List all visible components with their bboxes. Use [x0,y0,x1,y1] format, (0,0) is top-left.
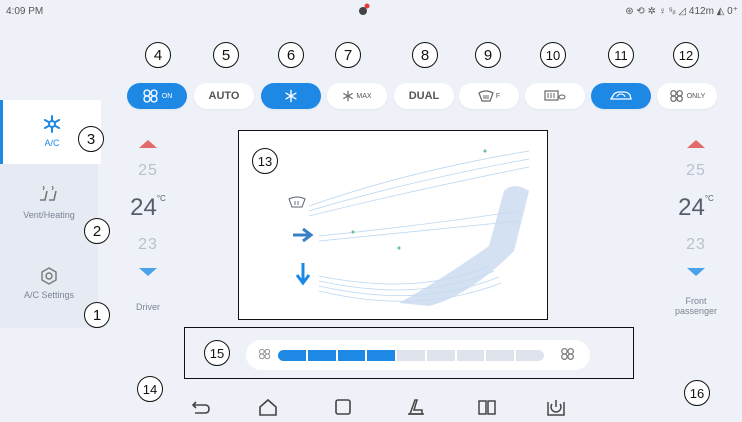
passenger-label: Front passenger [674,296,718,316]
callout-14: 14 [137,376,163,402]
driver-label: Driver [136,302,160,312]
fan-on-button[interactable]: ON [127,83,187,109]
back-icon[interactable] [190,396,212,418]
fan-speed-segment[interactable] [486,350,515,361]
passenger-temp-up-button[interactable] [687,140,705,148]
callout-10: 10 [540,42,566,68]
ac-max-button[interactable]: MAX [327,83,387,109]
home-icon[interactable] [257,396,279,418]
callout-12: 12 [673,42,699,68]
front-defrost-button[interactable]: F [459,83,519,109]
driver-temperature: 25 24°C 23 Driver [118,140,178,312]
fan-only-icon [669,90,683,102]
foot-vent-arrow-icon [295,263,311,286]
status-time: 4:09 PM [6,6,44,17]
airflow-display [238,130,548,320]
face-vent-arrow-icon [293,227,314,243]
fan-only-button[interactable]: ONLY [657,83,717,109]
callout-11: 11 [608,42,634,68]
fan-speed-segment[interactable] [278,350,306,361]
passenger-temp-current: 24°C [678,194,714,221]
split-screen-icon[interactable] [476,396,498,418]
front-defrost-icon [288,196,306,208]
recirculation-button[interactable] [591,83,651,109]
fan-speed-segment[interactable] [337,350,366,361]
status-bar: 4:09 PM ⊛ ⟲ ✲ ♀ ˢᵢₗ ◿ 412m ◭ 0⁺ [0,0,742,22]
fan-speed-segment[interactable] [397,350,425,361]
fan-high-icon[interactable] [560,347,576,361]
notification-icon [359,3,370,15]
snowflake-icon [285,89,297,103]
fan-low-icon[interactable] [258,348,272,360]
fan-speed-segment[interactable] [516,350,544,361]
dual-button[interactable]: DUAL [394,83,454,109]
sidebar-item-label: A/C [44,138,60,148]
front-defrost-icon [478,90,494,102]
callout-8: 8 [412,42,438,68]
passenger-temperature: 25 24°C 23 Front passenger [666,140,726,316]
driver-temp-prev: 23 [138,236,158,253]
ac-button[interactable] [261,83,321,109]
recirculation-icon [609,91,632,100]
rear-defrost-icon [544,90,566,101]
recent-apps-icon[interactable] [332,396,354,418]
passenger-temp-down-button[interactable] [687,268,705,276]
callout-13: 13 [252,148,278,174]
seat-heat-icon [40,186,57,201]
settings-icon [41,267,57,285]
callout-16: 16 [684,380,710,406]
driver-temp-up-button[interactable] [139,140,157,148]
driver-temp-next: 25 [138,162,158,179]
auto-button[interactable]: AUTO [194,83,254,109]
status-indicators: ⊛ ⟲ ✲ ♀ ˢᵢₗ ◿ 412m ◭ 0⁺ [625,6,738,17]
vehicle-icon[interactable] [405,396,427,418]
passenger-temp-prev: 23 [686,236,706,253]
rear-defrost-button[interactable] [525,83,585,109]
driver-temp-down-button[interactable] [139,268,157,276]
fan-speed-segment[interactable] [367,350,396,361]
snowflake-icon [44,115,60,133]
callout-6: 6 [278,42,304,68]
callout-4: 4 [145,42,171,68]
callout-1: 1 [84,302,110,328]
sidebar-item-label: A/C Settings [23,290,75,300]
fan-icon [143,89,158,103]
fan-speed-slider[interactable] [278,350,544,361]
callout-2: 2 [84,218,110,244]
passenger-temp-next: 25 [686,162,706,179]
fan-speed-segment[interactable] [307,350,336,361]
callout-9: 9 [475,42,501,68]
sidebar-item-label: Vent/Heating [23,210,75,220]
sidebar-item-vent-heating[interactable]: Vent/Heating [0,180,98,244]
driver-temp-current: 24°C [130,194,166,221]
fan-speed-segment[interactable] [456,350,485,361]
fan-speed-segment[interactable] [426,350,455,361]
callout-7: 7 [335,42,361,68]
callout-5: 5 [213,42,239,68]
airflow-illustration [288,149,530,306]
callout-3: 3 [78,126,104,152]
power-icon[interactable] [545,396,567,418]
callout-15: 15 [204,340,230,366]
snowflake-max-icon [343,90,354,102]
